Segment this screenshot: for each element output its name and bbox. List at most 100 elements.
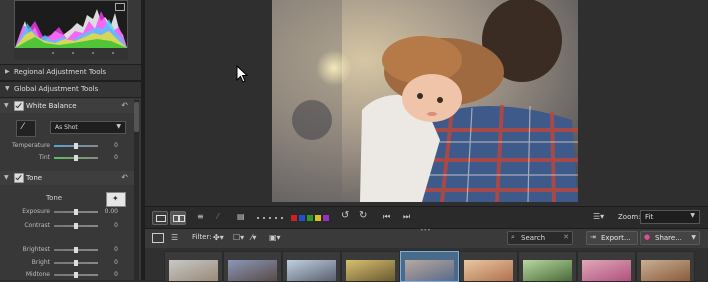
single-view-icon (156, 215, 166, 222)
section-global-adjustment-tools[interactable]: ▼ Global Adjustment Tools (0, 81, 141, 98)
stack-filter-icon[interactable]: ▣▾ (269, 233, 281, 242)
thumbnail-image (582, 260, 631, 281)
rating-dot[interactable] (257, 217, 259, 219)
slider-thumb[interactable] (74, 260, 78, 266)
export-icon: ⇥ (590, 233, 596, 241)
slider-value: 0 (114, 259, 118, 266)
list-view-icon[interactable]: ☰ (171, 233, 178, 242)
thumbnail-image (405, 260, 454, 281)
preview-photo (272, 0, 578, 202)
rating-dot[interactable] (269, 217, 271, 219)
clear-search-icon[interactable]: ✕ (563, 233, 569, 241)
slider-value: 0 (114, 271, 118, 278)
section-regional-adjustment-tools[interactable]: ▶ Regional Adjustment Tools (0, 64, 141, 81)
edit-filter-icon[interactable]: ⁄▾ (251, 233, 256, 242)
filmstrip-thumbnail[interactable] (282, 251, 341, 282)
tone-title: Tone (46, 194, 63, 202)
filmstrip-thumbnail[interactable] (400, 251, 459, 282)
flag-filter-icon[interactable]: ✤▾ (213, 233, 224, 242)
histogram-tick (92, 52, 94, 54)
tone-checkbox[interactable] (14, 173, 24, 183)
label-filter-icon[interactable]: ☐▾ (233, 233, 244, 242)
share-label: Share... (655, 234, 682, 242)
tone-header[interactable]: ▼ Tone ↶ (0, 171, 134, 185)
search-field[interactable]: ⌕ Search ✕ (507, 231, 573, 245)
slider-value: 0 (114, 222, 118, 229)
white-balance-checkbox[interactable] (14, 101, 24, 111)
label-purple-swatch[interactable] (323, 215, 329, 221)
rating-dot[interactable] (281, 217, 283, 219)
rotate-left-icon[interactable]: ↺ (341, 210, 349, 221)
compare-right-icon (179, 215, 185, 222)
label-blue-swatch[interactable] (299, 215, 305, 221)
histogram (14, 0, 128, 49)
resize-grip[interactable]: ••• (420, 227, 431, 234)
thumbnail-image (523, 260, 572, 281)
white-balance-preset-select[interactable]: As Shot ▼ (50, 121, 126, 134)
filmstrip-thumbnail[interactable] (459, 251, 518, 282)
white-balance-label: White Balance (26, 102, 77, 110)
layout-menu-icon[interactable]: ☰▾ (593, 212, 604, 221)
rotate-right-icon[interactable]: ↻ (359, 210, 367, 221)
filmstrip-thumbnail[interactable] (577, 251, 636, 282)
mouse-cursor (236, 65, 248, 83)
grid-view-icon[interactable] (152, 233, 164, 243)
slider-thumb[interactable] (74, 143, 78, 149)
label-red-swatch[interactable] (291, 215, 297, 221)
chevron-down-icon: ▼ (691, 234, 696, 241)
compare-view-button[interactable] (170, 211, 186, 225)
auto-tone-button[interactable]: ✦ (106, 192, 126, 207)
thumbnail-image (169, 260, 218, 281)
previous-image-icon[interactable]: ⏮ (383, 212, 390, 222)
reset-icon[interactable]: ↶ (121, 173, 128, 182)
thumbnail-image (287, 260, 336, 281)
chevron-down-icon: ▼ (116, 123, 121, 130)
next-image-icon[interactable]: ⏭ (403, 212, 410, 222)
filter-label: Filter: (192, 233, 212, 241)
export-label: Export... (601, 234, 631, 242)
panel-scrollbar-thumb[interactable] (134, 102, 139, 132)
share-icon: ● (644, 233, 651, 241)
slider-thumb[interactable] (74, 247, 78, 253)
zoom-label: Zoom: (618, 213, 641, 221)
filmstrip-thumbnail[interactable] (164, 251, 223, 282)
filmstrip-thumbnail[interactable] (518, 251, 577, 282)
histogram-tick (52, 52, 54, 54)
search-input[interactable]: Search (521, 234, 545, 242)
eyedropper-icon: ⁄ (22, 122, 24, 132)
slider-value: 0 (114, 154, 118, 161)
slider-thumb[interactable] (74, 155, 78, 161)
single-view-button[interactable] (152, 211, 168, 225)
slider-value: 0.00 (104, 208, 118, 215)
eyedropper-button[interactable]: ⁄ (16, 120, 36, 137)
chevron-down-icon: ▼ (690, 212, 695, 219)
slider-thumb[interactable] (74, 209, 78, 215)
slider-thumb[interactable] (74, 223, 78, 229)
share-button[interactable]: ● Share... ▼ (640, 231, 700, 245)
label-green-swatch[interactable] (307, 215, 313, 221)
export-button[interactable]: ⇥ Export... (586, 231, 638, 245)
filmstrip-thumbnail[interactable] (341, 251, 400, 282)
thumbnail-image (641, 260, 690, 281)
reset-icon[interactable]: ↶ (121, 101, 128, 110)
slider-value: 0 (114, 246, 118, 253)
rotate-toggle-icon[interactable]: ≡ (197, 212, 204, 221)
brush-icon[interactable]: ⁄ (217, 212, 218, 221)
zoom-select[interactable]: Fit ▼ (640, 210, 700, 224)
rating-dot[interactable] (275, 217, 277, 219)
white-balance-header[interactable]: ▼ White Balance ↶ (0, 99, 134, 113)
slider-value: 0 (114, 142, 118, 149)
filmstrip-thumbnail[interactable] (223, 251, 282, 282)
rating-dot[interactable] (263, 217, 265, 219)
triangle-right-icon: ▶ (5, 68, 10, 75)
slider-thumb[interactable] (74, 272, 78, 278)
triangle-down-icon: ▼ (4, 102, 9, 109)
label-yellow-swatch[interactable] (315, 215, 321, 221)
zoom-value: Fit (645, 213, 654, 221)
rating-icon[interactable]: ▤ (237, 212, 245, 221)
slider-label: Exposure (22, 208, 50, 215)
search-icon: ⌕ (511, 233, 515, 241)
filmstrip-thumbnail[interactable] (636, 251, 695, 282)
slider-label: Brightest (22, 246, 50, 253)
histogram-settings-icon[interactable] (115, 3, 125, 11)
